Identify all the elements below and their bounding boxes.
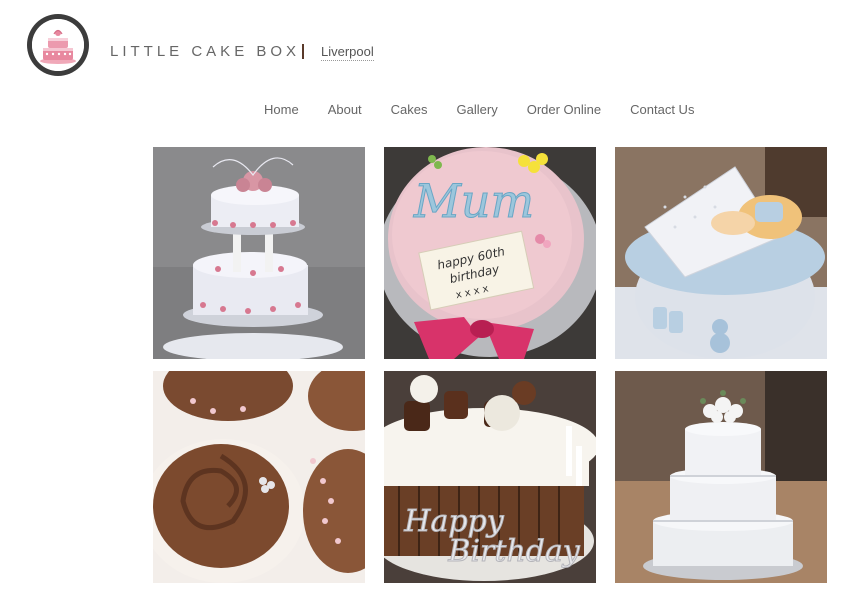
nav-order-online[interactable]: Order Online	[527, 102, 601, 117]
brand-name[interactable]: LITTLE CAKE BOX	[110, 43, 300, 60]
cake-logo[interactable]	[27, 14, 89, 76]
nav-gallery[interactable]: Gallery	[457, 102, 498, 117]
gallery-image-baby-cradle-cake[interactable]	[615, 147, 827, 359]
cake-mum-text: Mum	[413, 174, 534, 228]
cake-topper-birthday: Birthday	[447, 534, 580, 569]
nav-home[interactable]: Home	[264, 102, 299, 117]
cake-logo-icon	[32, 19, 84, 71]
nav-about[interactable]: About	[328, 102, 362, 117]
main-nav: Home About Cakes Gallery Order Online Co…	[250, 102, 694, 117]
nav-cakes[interactable]: Cakes	[391, 102, 428, 117]
gallery-image-happy-birthday-cake[interactable]: Happy Birthday	[384, 371, 596, 583]
location-link[interactable]: Liverpool	[321, 44, 374, 61]
gallery-image-chocolate-cupcakes[interactable]	[153, 371, 365, 583]
nav-contact-us[interactable]: Contact Us	[630, 102, 694, 117]
gallery-image-two-tier-wedding-cake[interactable]	[153, 147, 365, 359]
gallery-image-three-tier-wedding-cake[interactable]	[615, 371, 827, 583]
cake-gallery: Mum happy 60th birthday x x x x Happy Bi…	[153, 147, 828, 583]
gallery-image-mum-birthday-cake[interactable]: Mum happy 60th birthday x x x x	[384, 147, 596, 359]
header-divider	[302, 44, 304, 59]
